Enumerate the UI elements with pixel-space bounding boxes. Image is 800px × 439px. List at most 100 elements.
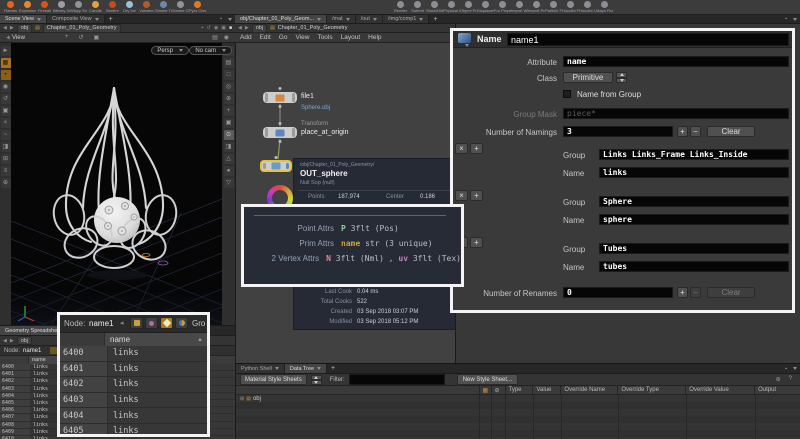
- num-namings-field[interactable]: 3: [563, 126, 673, 137]
- shelf-tool[interactable]: Candle: [87, 0, 104, 13]
- name-sop-icon[interactable]: [458, 33, 471, 43]
- view-tool-icon[interactable]: ▣: [93, 34, 99, 41]
- snapshot-icon[interactable]: ▣: [221, 25, 226, 31]
- viewport-tool-icon[interactable]: ▽: [224, 178, 234, 188]
- back-icon[interactable]: ◀: [238, 25, 242, 31]
- node-file1[interactable]: [263, 92, 297, 103]
- viewport-tool-icon[interactable]: △: [224, 154, 234, 164]
- show-vertices-toggle[interactable]: [145, 317, 158, 329]
- path-root-chip[interactable]: obj: [17, 336, 32, 345]
- ssc-name-header[interactable]: name▲: [105, 333, 207, 346]
- viewport-3d-scene[interactable]: [11, 43, 222, 325]
- view-tool-icon[interactable]: ◉: [224, 34, 229, 41]
- node-name-label[interactable]: file1: [301, 93, 314, 100]
- persp-view-button[interactable]: Persp: [151, 46, 189, 55]
- shelf-tool[interactable]: Submit: [409, 0, 426, 13]
- tab-obj-network[interactable]: obj/Chapter_01_Poly_Geom...: [235, 15, 327, 23]
- path-current-chip[interactable]: Chapter_01_Poly_Geometry: [43, 24, 121, 33]
- column-override-type[interactable]: Override Type: [617, 386, 685, 394]
- viewport-tool-icon[interactable]: +: [1, 70, 11, 80]
- pin-icon[interactable]: +: [201, 25, 204, 31]
- viewport-tool-icon[interactable]: ▦: [1, 58, 11, 68]
- white-square-icon[interactable]: ■: [229, 25, 232, 31]
- group-mask-field[interactable]: piece*: [563, 108, 789, 119]
- shelf-tool[interactable]: Volcano: [138, 0, 155, 13]
- expand-icon[interactable]: ⊞: [240, 396, 244, 402]
- node-name-label[interactable]: place_at_origin: [301, 129, 348, 136]
- new-network-tab-button[interactable]: +: [429, 15, 441, 23]
- remove-naming-button[interactable]: −: [690, 126, 701, 137]
- shelf-tool[interactable]: Object Properties: [460, 0, 477, 13]
- tab-out[interactable]: /out: [356, 15, 383, 23]
- tab-mat[interactable]: /mat: [327, 15, 356, 23]
- num-renames-field[interactable]: 0: [563, 287, 673, 298]
- menu-item[interactable]: Go: [279, 34, 288, 41]
- shelf-tool[interactable]: Explosion: [19, 0, 36, 13]
- viewport-tool-icon[interactable]: ⊕: [224, 94, 234, 104]
- group-field[interactable]: Links Links_Frame Links_Inside: [599, 149, 789, 160]
- viewport-tool-icon[interactable]: ×: [1, 118, 11, 128]
- viewport-tool-icon[interactable]: ↺: [1, 94, 11, 104]
- path-current[interactable]: Chapter_01_Poly_Geometry: [278, 25, 348, 31]
- geo-id-header[interactable]: [0, 356, 29, 364]
- stylesheet-spinner[interactable]: [311, 375, 322, 384]
- new-pane-tab-button[interactable]: +: [105, 15, 117, 23]
- viewport-tool-icon[interactable]: ●: [224, 166, 234, 176]
- viewport-tool-icon[interactable]: ▣: [224, 118, 234, 128]
- clear-namings-button[interactable]: Clear: [707, 126, 755, 137]
- ssc-row[interactable]: 6405links: [60, 424, 207, 434]
- tab-data-tree[interactable]: Data Tree: [285, 364, 327, 373]
- pane-window-controls[interactable]: ▪: [785, 364, 800, 373]
- gear-icon[interactable]: ⊛: [776, 376, 781, 383]
- viewport-tool-icon[interactable]: ◉: [1, 82, 11, 92]
- show-prims-toggle[interactable]: [160, 317, 173, 329]
- viewport-tool-icon[interactable]: □: [224, 70, 234, 80]
- insert-instance-button[interactable]: +: [470, 143, 483, 154]
- column-output[interactable]: Output: [754, 386, 800, 394]
- shelf-tool[interactable]: Import Proxy: [528, 0, 545, 13]
- viewport-tool-icon[interactable]: ⊙: [224, 130, 234, 140]
- new-style-sheet-button[interactable]: New Style Sheet...: [457, 374, 518, 385]
- delete-instance-button[interactable]: ×: [455, 143, 468, 154]
- forward-icon[interactable]: ▶: [10, 338, 14, 344]
- column-override-value[interactable]: Override Value: [685, 386, 754, 394]
- viewport-tool-icon[interactable]: ►: [1, 46, 11, 56]
- viewport-tool-icon[interactable]: ≡: [1, 166, 11, 176]
- shelf-tool[interactable]: Houdini Fire/Smoke: [562, 0, 579, 13]
- filter-input[interactable]: [349, 374, 445, 385]
- back-icon[interactable]: ◀: [3, 25, 7, 31]
- ssc-row[interactable]: 6401links: [60, 362, 207, 378]
- menu-item[interactable]: Tools: [317, 34, 332, 41]
- group-field[interactable]: Sphere: [599, 196, 789, 207]
- camera-icon[interactable]: ◉: [214, 25, 218, 31]
- viewport-tool-icon[interactable]: +: [224, 106, 234, 116]
- remove-rename-button[interactable]: −: [690, 287, 701, 298]
- shelf-tool[interactable]: Pyro Cluster: [189, 0, 206, 13]
- no-cam-button[interactable]: No cam: [189, 46, 232, 55]
- insert-instance-button[interactable]: +: [470, 190, 483, 201]
- viewport-tool-icon[interactable]: ◎: [224, 82, 234, 92]
- tab-python-shell[interactable]: Python Shell: [236, 364, 285, 373]
- refresh-icon[interactable]: ↺: [207, 25, 211, 31]
- column-value[interactable]: Value: [532, 386, 560, 394]
- shelf-tool[interactable]: Particle Fire/Smoke: [545, 0, 562, 13]
- node-place-at-origin[interactable]: [263, 127, 297, 138]
- chevron-down-icon[interactable]: [465, 44, 469, 47]
- class-dropdown[interactable]: Primitive: [563, 72, 613, 83]
- shelf-tool[interactable]: Wispy Smoke: [70, 0, 87, 13]
- shelf-tool[interactable]: Displacement Properties: [477, 0, 494, 13]
- ssc-row[interactable]: 6402links: [60, 377, 207, 393]
- column-override-name[interactable]: Override Name: [560, 386, 617, 394]
- shelf-tool[interactable]: Bonfire: [104, 0, 121, 13]
- tree-item-obj[interactable]: ⊞ ▤ obj: [240, 395, 261, 402]
- shelf-tool[interactable]: Dry Ice: [121, 0, 138, 13]
- view-tool-icon[interactable]: ▤: [212, 34, 218, 41]
- menu-item[interactable]: Help: [368, 34, 381, 41]
- ssc-id-header[interactable]: [60, 333, 105, 346]
- viewport-tool-icon[interactable]: ⊕: [1, 178, 11, 188]
- shelf-tool[interactable]: Houdini Liquid Preset: [579, 0, 596, 13]
- name-field[interactable]: links: [599, 167, 789, 178]
- collapse-icon[interactable]: [7, 36, 10, 40]
- show-detail-toggle[interactable]: [175, 317, 188, 329]
- node-name-field[interactable]: name1: [507, 33, 789, 46]
